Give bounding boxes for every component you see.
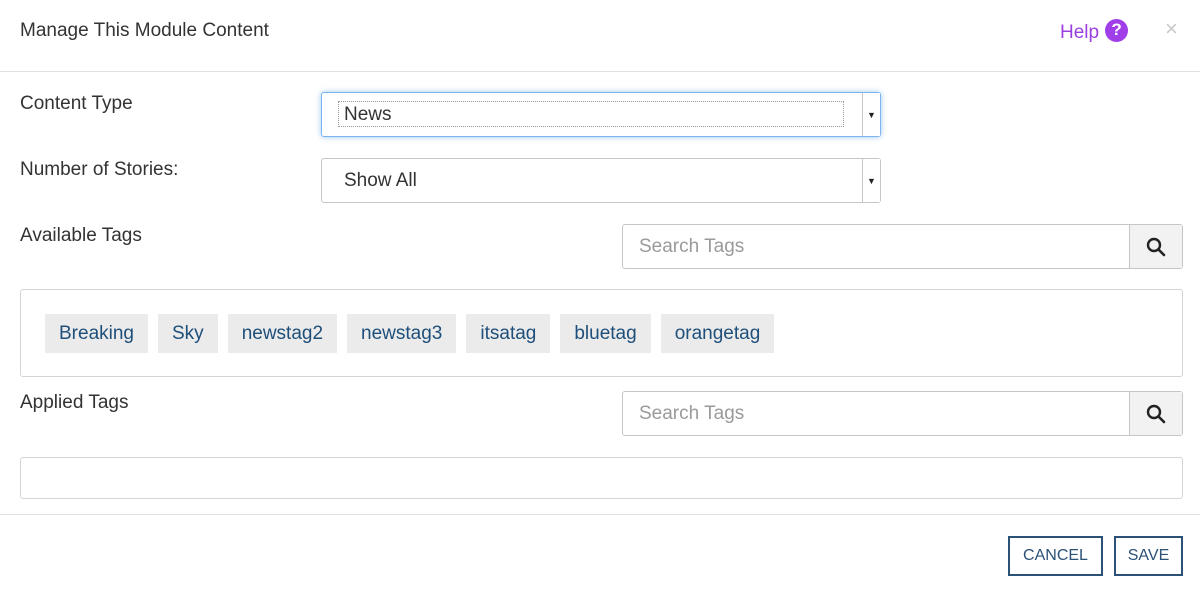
save-button[interactable]: SAVE — [1114, 536, 1183, 576]
applied-tags-search — [622, 391, 1183, 436]
tag-chip[interactable]: bluetag — [560, 314, 651, 353]
available-tags-box: Breaking Sky newstag2 newstag3 itsatag b… — [20, 289, 1183, 377]
tag-chip[interactable]: itsatag — [466, 314, 551, 353]
tag-chip[interactable]: newstag3 — [347, 314, 457, 353]
content-type-label: Content Type — [20, 93, 133, 114]
number-of-stories-label: Number of Stories: — [20, 159, 179, 180]
available-tags-search — [622, 224, 1183, 269]
available-tags-label: Available Tags — [20, 225, 142, 246]
tag-chip[interactable]: newstag2 — [227, 314, 338, 353]
applied-tags-label: Applied Tags — [20, 392, 129, 413]
available-tags-list: Breaking Sky newstag2 newstag3 itsatag b… — [45, 314, 784, 353]
manage-module-dialog: Manage This Module Content Help ? × Cont… — [0, 0, 1200, 613]
available-tags-search-button[interactable] — [1129, 225, 1182, 268]
tag-chip[interactable]: Breaking — [45, 314, 148, 353]
help-label: Help — [1060, 22, 1100, 43]
dialog-title: Manage This Module Content — [20, 20, 269, 41]
applied-tags-search-input[interactable] — [623, 392, 1130, 435]
tag-chip[interactable]: Sky — [158, 314, 218, 353]
question-circle-icon: ? — [1105, 18, 1129, 42]
dialog-header: Manage This Module Content Help ? × — [0, 0, 1200, 72]
chevron-down-icon: ▼ — [862, 159, 880, 202]
number-of-stories-select[interactable]: Show All ▼ — [321, 158, 881, 203]
content-type-value: News — [344, 104, 392, 125]
help-link[interactable]: Help ? — [1060, 18, 1129, 44]
cancel-button[interactable]: CANCEL — [1008, 536, 1103, 576]
applied-tags-search-button[interactable] — [1129, 392, 1182, 435]
applied-tags-box[interactable] — [20, 457, 1183, 499]
tag-chip[interactable]: orangetag — [660, 314, 775, 353]
content-type-select[interactable]: News ▼ — [321, 92, 881, 137]
search-icon — [1146, 404, 1166, 423]
search-icon — [1146, 237, 1166, 256]
available-tags-search-input[interactable] — [623, 225, 1130, 268]
footer-divider — [0, 514, 1200, 515]
number-of-stories-value: Show All — [344, 170, 417, 191]
focus-ring — [338, 101, 844, 127]
close-icon[interactable]: × — [1165, 16, 1178, 42]
chevron-down-icon: ▼ — [862, 93, 880, 136]
